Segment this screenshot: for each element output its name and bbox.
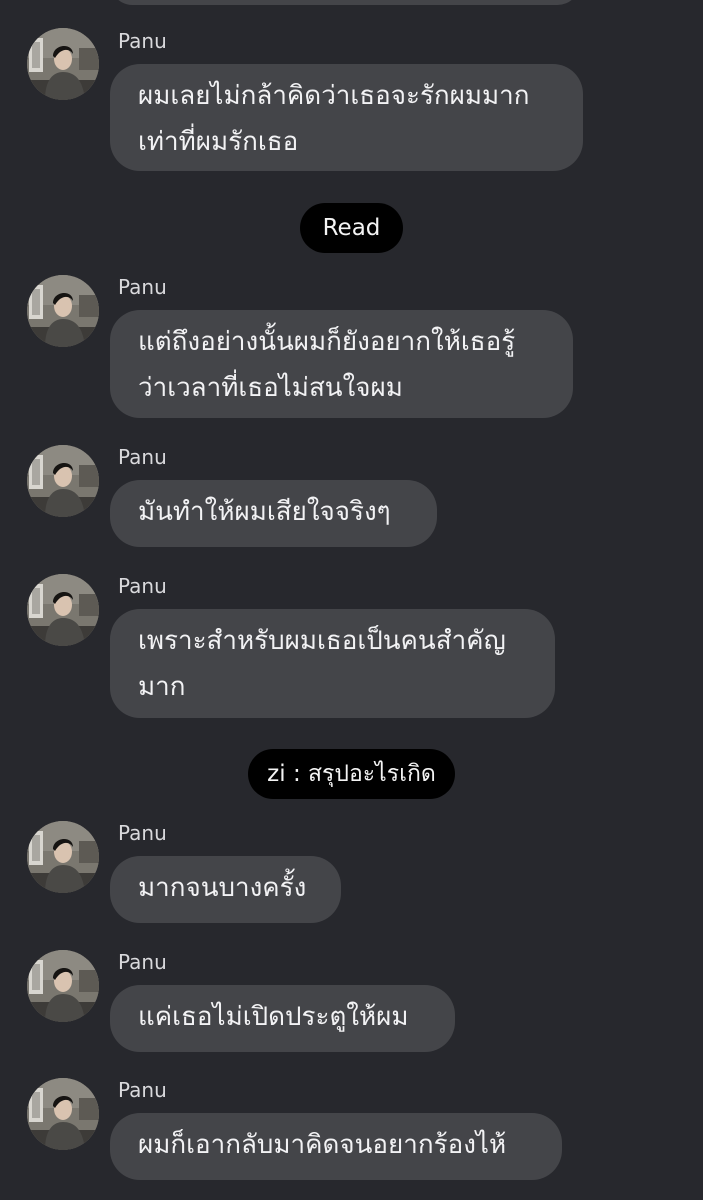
avatar-photo [27,950,99,1022]
message-text-line: มาก [138,672,186,702]
message-text-line: เพราะสำหรับผมเธอเป็นคนสำคัญ [138,626,506,656]
message-bubble[interactable]: ผมก็เอากลับมาคิดจนอยากร้องไห้ [110,1113,562,1180]
sender-name: Panu [118,275,167,299]
avatar[interactable] [27,445,99,517]
message-bubble[interactable]: แค่เธอไม่เปิดประตูให้ผม [110,985,455,1052]
avatar[interactable] [27,574,99,646]
message-text-line: มากจนบางครั้ง [138,873,307,903]
avatar[interactable] [27,28,99,100]
message-text-line: มันทำให้ผมเสียใจจริงๆ [138,497,391,527]
avatar[interactable] [27,1078,99,1150]
avatar[interactable] [27,950,99,1022]
message-text-line: เท่าที่ผมรักเธอ [138,127,299,157]
sender-name: Panu [118,574,167,598]
message-text-line: แต่ถึงอย่างนั้นผมก็ยังอยากให้เธอรู้ [138,327,516,357]
sender-name: Panu [118,821,167,845]
avatar-photo [27,574,99,646]
message-bubble[interactable]: แต่ถึงอย่างนั้นผมก็ยังอยากให้เธอรู้ ว่าเ… [110,310,573,418]
avatar-photo [27,275,99,347]
reader-comment-label: zi : สรุปอะไรเกิด [248,749,455,799]
sender-name: Panu [118,445,167,469]
sender-name: Panu [118,950,167,974]
message-text-line: ผมก็เอากลับมาคิดจนอยากร้องไห้ [138,1130,507,1160]
message-bubble[interactable]: เพราะสำหรับผมเธอเป็นคนสำคัญ มาก [110,609,555,718]
avatar-photo [27,1078,99,1150]
read-indicator: Read [300,203,403,253]
message-bubble[interactable]: มากจนบางครั้ง [110,856,341,923]
chat-thread: Panu ผมเลยไม่กล้าคิดว่าเธอจะรักผมมาก เท่… [0,0,703,1200]
avatar[interactable] [27,275,99,347]
avatar-photo [27,445,99,517]
message-bubble[interactable]: มันทำให้ผมเสียใจจริงๆ [110,480,437,547]
avatar[interactable] [27,821,99,893]
previous-message-bubble[interactable] [110,0,580,5]
sender-name: Panu [118,29,167,53]
message-text-line: แค่เธอไม่เปิดประตูให้ผม [138,1002,409,1032]
message-text-line: ผมเลยไม่กล้าคิดว่าเธอจะรักผมมาก [138,81,530,111]
avatar-photo [27,821,99,893]
avatar-photo [27,28,99,100]
message-bubble[interactable]: ผมเลยไม่กล้าคิดว่าเธอจะรักผมมาก เท่าที่ผ… [110,64,583,171]
message-text-line: ว่าเวลาที่เธอไม่สนใจผม [138,373,403,403]
sender-name: Panu [118,1078,167,1102]
